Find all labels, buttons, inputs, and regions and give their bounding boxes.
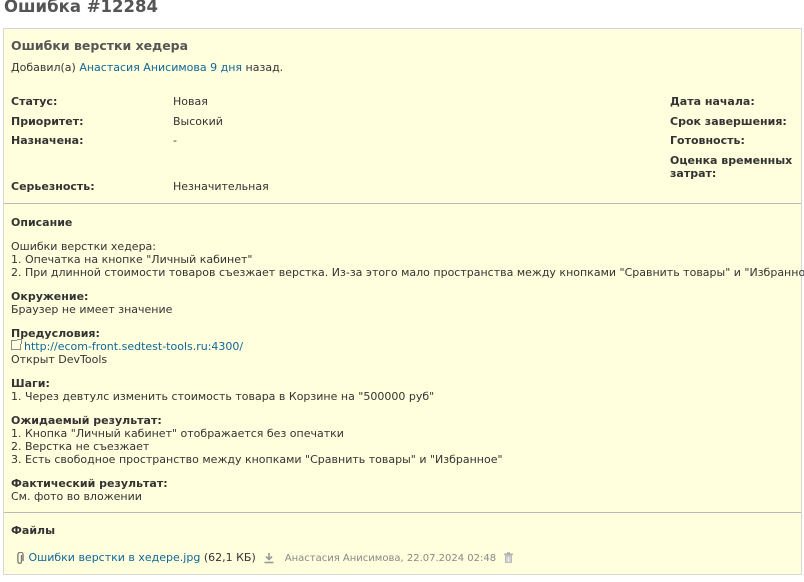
description-title: Описание	[11, 216, 73, 229]
intro-line: 1. Опечатка на кнопке "Личный кабинет"	[11, 253, 253, 266]
attachment-author: Анастасия Анисимова	[284, 553, 401, 564]
author-link[interactable]: Анастасия Анисимова	[79, 61, 206, 74]
environment-block: Окружение: Браузер не имеет значение	[11, 290, 804, 316]
intro-line: Ошибки верстки хедера:	[11, 240, 157, 253]
severity-label: Серьезность:	[11, 180, 95, 193]
author-line: Добавил(а) Анастасия Анисимова 9 дня наз…	[11, 61, 283, 74]
start-date-label: Дата начала:	[670, 95, 755, 108]
assignee-value: -	[173, 134, 177, 147]
external-link-icon	[11, 339, 22, 350]
attachment-link[interactable]: Ошибки верстки в хедере.jpg	[29, 551, 201, 564]
delete-icon[interactable]	[503, 552, 514, 564]
expected-heading: Ожидаемый результат:	[11, 414, 162, 427]
preconditions-block: Предусловия: http://ecom-front.sedtest-t…	[11, 327, 804, 366]
attachment-date: 22.07.2024 02:48	[406, 553, 497, 564]
actual-block: Фактический результат: См. фото во вложе…	[11, 477, 804, 503]
actual-heading: Фактический результат:	[11, 477, 168, 490]
expected-line: 2. Верстка не съезжает	[11, 440, 150, 453]
page-title: Ошибка #12284	[4, 0, 158, 16]
environment-text: Браузер не имеет значение	[11, 303, 173, 316]
priority-value: Высокий	[173, 115, 223, 128]
attachment-row: Ошибки верстки в хедере.jpg (62,1 КБ) Ан…	[15, 551, 514, 565]
status-value: Новая	[173, 95, 208, 108]
environment-heading: Окружение:	[11, 290, 89, 303]
priority-label: Приоритет:	[11, 115, 84, 128]
attachment-size: (62,1 КБ)	[203, 551, 256, 564]
assignee-label: Назначена:	[11, 134, 84, 147]
estimated-time-label: Оценка временных затрат:	[670, 154, 793, 180]
preconditions-link[interactable]: http://ecom-front.sedtest-tools.ru:4300/	[24, 340, 243, 353]
intro-line: 2. При длинной стоимости товаров съезжае…	[11, 266, 804, 279]
download-icon[interactable]	[263, 552, 275, 564]
age-link[interactable]: 9 дня	[210, 61, 242, 74]
author-prefix: Добавил(а)	[11, 61, 76, 74]
preconditions-text: Открыт DevTools	[11, 353, 108, 366]
status-label: Статус:	[11, 95, 58, 108]
due-date-label: Срок завершения:	[670, 115, 787, 128]
done-ratio-label: Готовность:	[670, 134, 745, 147]
step-line: 1. Через девтулс изменить стоимость това…	[11, 390, 435, 403]
separator	[4, 203, 801, 204]
files-title: Файлы	[11, 524, 56, 537]
expected-line: 1. Кнопка "Личный кабинет" отображается …	[11, 427, 344, 440]
steps-block: Шаги: 1. Через девтулс изменить стоимост…	[11, 377, 804, 403]
expected-line: 3. Есть свободное пространство между кно…	[11, 453, 503, 466]
preconditions-heading: Предусловия:	[11, 327, 100, 340]
paperclip-icon	[17, 551, 24, 564]
severity-value: Незначительная	[173, 180, 269, 193]
steps-heading: Шаги:	[11, 377, 50, 390]
author-suffix: назад.	[245, 61, 284, 74]
issue-subject: Ошибки верстки хедера	[11, 38, 189, 53]
expected-block: Ожидаемый результат: 1. Кнопка "Личный к…	[11, 414, 804, 466]
description-body: Ошибки верстки хедера: 1. Опечатка на кн…	[11, 240, 804, 514]
separator	[4, 512, 801, 513]
issue-details: Ошибки верстки хедера Добавил(а) Анастас…	[3, 28, 804, 575]
actual-text: См. фото во вложении	[11, 490, 142, 503]
description-intro: Ошибки верстки хедера: 1. Опечатка на кн…	[11, 240, 804, 279]
